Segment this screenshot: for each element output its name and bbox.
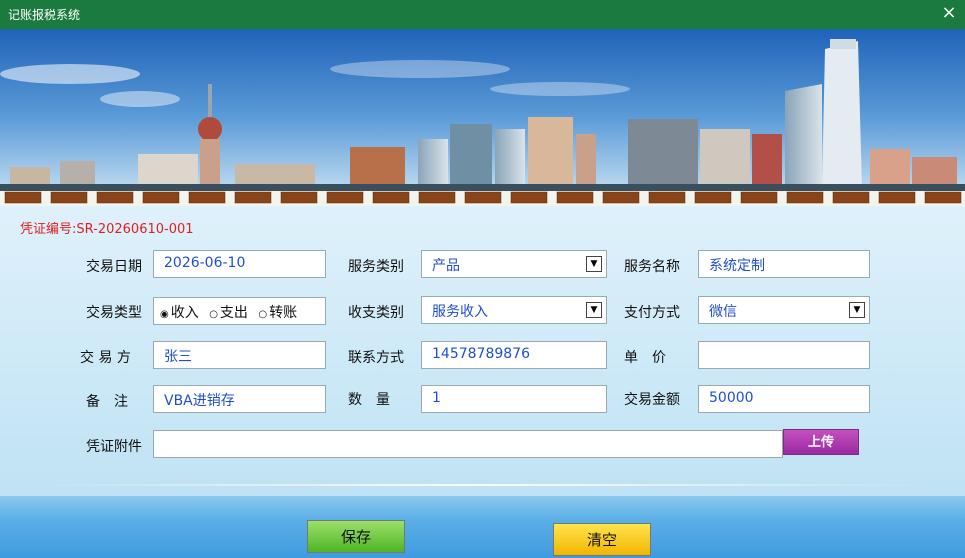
payment-method-value: 微信 xyxy=(709,304,737,320)
amount-field[interactable]: 50000 xyxy=(698,385,870,413)
chevron-down-icon[interactable]: ▼ xyxy=(586,256,602,272)
attachment-label: 凭证附件 xyxy=(86,439,142,455)
income-expense-category-value: 服务收入 xyxy=(432,304,488,320)
divider xyxy=(40,484,920,486)
quantity-field[interactable]: 1 xyxy=(421,385,607,413)
payment-method-label: 支付方式 xyxy=(624,305,680,321)
radio-income[interactable]: ◉ 收入 xyxy=(160,302,199,322)
contact-field[interactable]: 14578789876 xyxy=(421,341,607,369)
unit-price-field[interactable] xyxy=(698,341,870,369)
radio-on-icon: ◉ xyxy=(160,309,169,320)
remarks-label: 备 注 xyxy=(86,394,128,410)
voucher-form: 凭证编号:SR-20260610-001 交易日期 2026-06-10 服务类… xyxy=(0,206,965,496)
contact-label: 联系方式 xyxy=(348,350,404,366)
service-category-value: 产品 xyxy=(432,258,460,274)
trade-type-label: 交易类型 xyxy=(86,305,142,321)
voucher-number-value: SR-20260610-001 xyxy=(76,222,194,237)
service-name-label: 服务名称 xyxy=(624,259,680,275)
counterparty-field[interactable]: 张三 xyxy=(153,341,326,369)
title-bar: 记账报税系统 × xyxy=(0,0,965,29)
trade-date-label: 交易日期 xyxy=(86,259,142,275)
voucher-number-label: 凭证编号: xyxy=(20,222,77,237)
header-banner xyxy=(0,29,965,206)
chevron-down-icon[interactable]: ▼ xyxy=(586,302,602,318)
save-button[interactable]: 保存 xyxy=(307,520,405,553)
close-icon[interactable]: × xyxy=(939,2,959,24)
counterparty-label: 交 易 方 xyxy=(80,350,131,366)
radio-expense[interactable]: ○ 支出 xyxy=(209,302,248,322)
trade-date-field[interactable]: 2026-06-10 xyxy=(153,250,326,278)
upload-button[interactable]: 上传 xyxy=(783,429,859,455)
income-expense-category-label: 收支类别 xyxy=(348,305,404,321)
radio-off-icon: ○ xyxy=(258,309,268,320)
quantity-label: 数 量 xyxy=(348,392,390,408)
radio-off-icon: ○ xyxy=(209,309,218,320)
window-title: 记账报税系统 xyxy=(8,8,81,22)
clear-button[interactable]: 清空 xyxy=(553,523,651,556)
chevron-down-icon[interactable]: ▼ xyxy=(849,302,865,318)
footer-bar: 保存 清空 xyxy=(0,496,965,558)
service-name-field[interactable]: 系统定制 xyxy=(698,250,870,278)
payment-method-select[interactable]: 微信 ▼ xyxy=(698,296,870,324)
amount-label: 交易金额 xyxy=(624,392,680,408)
voucher-number: 凭证编号:SR-20260610-001 xyxy=(20,218,194,237)
remarks-field[interactable]: VBA进销存 xyxy=(153,385,326,413)
service-category-label: 服务类别 xyxy=(348,259,404,275)
attachment-field[interactable] xyxy=(153,430,783,458)
income-expense-category-select[interactable]: 服务收入 ▼ xyxy=(421,296,607,324)
radio-transfer[interactable]: ○ 转账 xyxy=(258,302,297,322)
skyline-image xyxy=(0,29,965,206)
unit-price-label: 单 价 xyxy=(624,350,666,366)
service-category-select[interactable]: 产品 ▼ xyxy=(421,250,607,278)
trade-type-radio-group: ◉ 收入 ○ 支出 ○ 转账 xyxy=(153,297,326,325)
